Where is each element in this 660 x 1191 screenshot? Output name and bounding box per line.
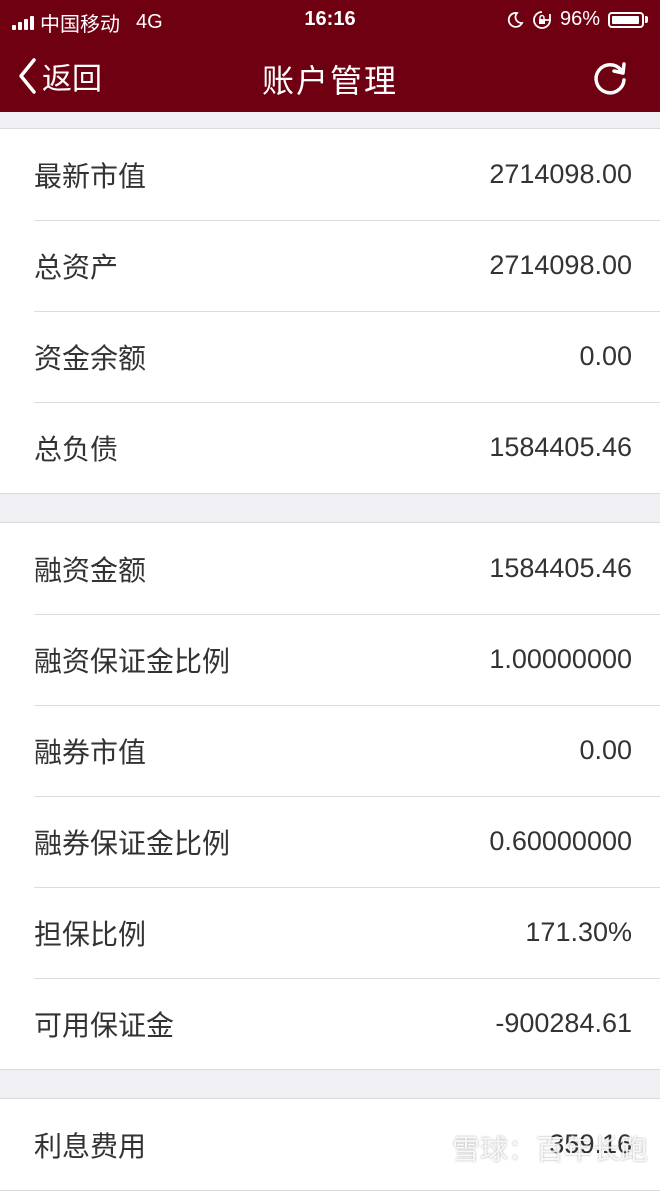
list-item: 资金余额 0.00 [0, 311, 660, 402]
list-item: 融资保证金比例 1.00000000 [0, 614, 660, 705]
account-list: 最新市值 2714098.00 总资产 2714098.00 资金余额 0.00… [0, 112, 660, 1191]
item-value: 171.30% [525, 917, 632, 947]
item-label: 融券保证金比例 [34, 826, 231, 860]
item-label: 利息费用 [34, 1129, 147, 1163]
snowball-logo-icon [418, 1135, 444, 1161]
list-item: 担保比例 171.30% [0, 887, 660, 978]
item-label: 资金余额 [34, 341, 147, 375]
item-label: 总资产 [34, 250, 119, 284]
account-summary-group: 最新市值 2714098.00 总资产 2714098.00 资金余额 0.00… [0, 128, 660, 494]
status-bar: 中国移动 4G 16:16 96% [0, 0, 660, 40]
item-value: 1.00000000 [489, 644, 632, 674]
list-item: 融资金额 1584405.46 [0, 523, 660, 614]
list-item: 融券保证金比例 0.60000000 [0, 796, 660, 887]
item-value: 0.60000000 [489, 826, 632, 856]
page-title: 账户管理 [261, 62, 398, 100]
list-item: 最新市值 2714098.00 [0, 129, 660, 220]
item-label: 融资保证金比例 [34, 644, 231, 678]
item-value: 2714098.00 [489, 159, 632, 189]
battery-icon [608, 11, 648, 28]
moon-icon [507, 11, 524, 28]
item-label: 最新市值 [34, 159, 147, 193]
nav-bar: 返回 账户管理 [0, 40, 660, 112]
list-item: 融券市值 0.00 [0, 705, 660, 796]
item-label: 融券市值 [34, 735, 147, 769]
battery-fill [612, 15, 639, 24]
item-value: -900284.61 [495, 1008, 632, 1038]
battery-percent: 96% [559, 8, 600, 30]
item-label: 融资金额 [34, 553, 147, 587]
item-value: 2714098.00 [489, 250, 632, 280]
list-item: 总负债 1584405.46 [0, 402, 660, 493]
item-value: 0.00 [579, 341, 632, 371]
item-label: 总负债 [34, 432, 119, 466]
refresh-icon[interactable] [588, 56, 632, 100]
list-item: 可用保证金 -900284.61 [0, 978, 660, 1069]
margin-group: 融资金额 1584405.46 融资保证金比例 1.00000000 融券市值 … [0, 522, 660, 1070]
item-value: 1584405.46 [489, 432, 632, 462]
watermark: 雪球：百年长跑 [416, 1128, 648, 1168]
list-item: 总资产 2714098.00 [0, 220, 660, 311]
status-bar-right: 96% [506, 8, 648, 31]
item-label: 可用保证金 [34, 1008, 175, 1042]
item-label: 担保比例 [34, 917, 147, 951]
item-value: 1584405.46 [489, 553, 632, 583]
watermark-text: 雪球：百年长跑 [451, 1133, 648, 1166]
item-value: 0.00 [579, 735, 632, 765]
rotation-lock-icon [533, 10, 551, 29]
